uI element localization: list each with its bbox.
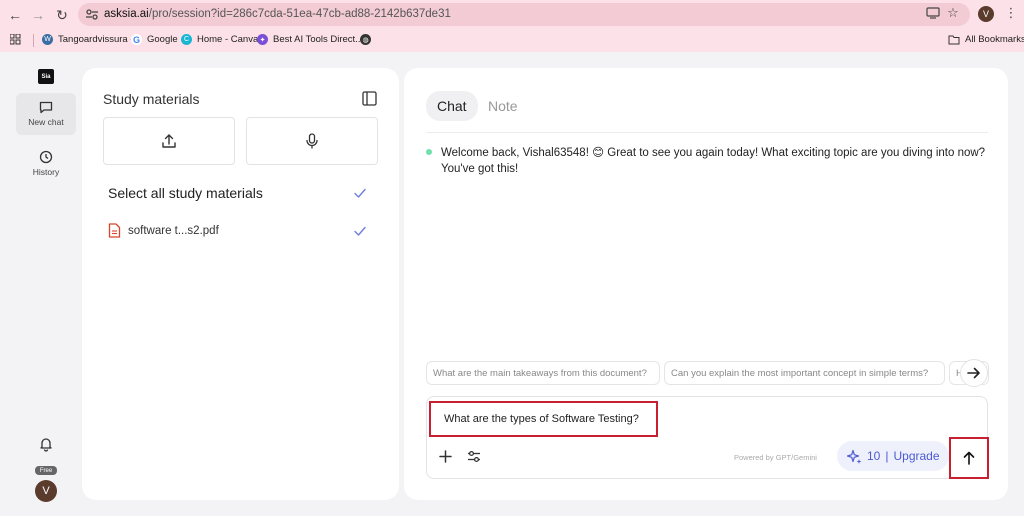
- forward-icon[interactable]: →: [28, 5, 48, 25]
- back-icon[interactable]: ←: [5, 5, 25, 25]
- reload-icon[interactable]: ↻: [52, 5, 72, 25]
- canva-icon: C: [181, 34, 192, 45]
- sliders-icon: [468, 450, 480, 462]
- site-info-icon[interactable]: [85, 8, 99, 21]
- browser-menu-icon[interactable]: ⋮: [1002, 4, 1020, 22]
- browser-profile-avatar[interactable]: V: [978, 6, 994, 22]
- tab-chat[interactable]: Chat: [426, 91, 478, 121]
- chat-panel: Chat Note Welcome back, Vishal63548! 😊 G…: [404, 68, 1008, 500]
- assistant-status-dot: [426, 149, 432, 155]
- suggestion-chip[interactable]: What are the main takeaways from this do…: [426, 361, 660, 385]
- suggestion-list: What are the main takeaways from this do…: [426, 361, 990, 385]
- browser-chrome: ← → ↻ asksia.ai/pro/session?id=286c7cda-…: [0, 0, 1024, 52]
- tab-note[interactable]: Note: [477, 91, 529, 121]
- upload-icon: [162, 134, 176, 148]
- arrow-up-icon: [963, 451, 975, 465]
- settings-button[interactable]: [465, 447, 483, 465]
- file-name: software t...s2.pdf: [128, 224, 219, 237]
- send-button[interactable]: [949, 437, 989, 479]
- google-icon: G: [131, 34, 142, 45]
- sidebar-toggle-icon[interactable]: [362, 91, 377, 106]
- upgrade-label: Upgrade: [893, 449, 940, 463]
- upload-file-button[interactable]: [103, 117, 235, 165]
- study-materials-panel: Study materials Select all study materia…: [82, 68, 399, 500]
- all-bookmarks[interactable]: All Bookmarks: [948, 32, 1024, 47]
- bookmarks-separator: [33, 34, 34, 47]
- microphone-icon: [306, 133, 318, 149]
- history-button[interactable]: History: [16, 142, 76, 184]
- address-bar[interactable]: asksia.ai/pro/session?id=286c7cda-51ea-4…: [78, 3, 970, 26]
- history-clock-icon: [39, 150, 53, 163]
- bookmarks-bar: W Tangoardvissura - G Google C Home - Ca…: [0, 29, 1024, 49]
- bookmark-canva[interactable]: C Home - Canva: [181, 32, 258, 47]
- install-app-icon[interactable]: [924, 4, 942, 22]
- chat-bubble-icon: [39, 101, 53, 114]
- bookmark-globe[interactable]: ◍: [360, 32, 371, 47]
- assistant-message: Welcome back, Vishal63548! 😊 Great to se…: [441, 147, 986, 175]
- file-item[interactable]: software t...s2.pdf: [108, 223, 219, 238]
- notification-bell-icon[interactable]: [38, 436, 54, 452]
- credits-count: 10: [867, 449, 881, 463]
- chat-input[interactable]: [429, 401, 658, 437]
- upgrade-button[interactable]: 10 | Upgrade: [837, 441, 949, 471]
- app-rail: Sia New chat History Free V: [0, 52, 92, 516]
- next-suggestions-button[interactable]: [960, 359, 988, 387]
- pdf-file-icon: [108, 223, 121, 238]
- bookmark-google[interactable]: G Google: [131, 32, 178, 47]
- plan-badge: Free: [35, 466, 57, 475]
- powered-by-label: Powered by GPT/Gemini: [734, 453, 817, 462]
- file-check-icon[interactable]: [353, 224, 367, 238]
- ai-tools-icon: ✦: [257, 34, 268, 45]
- select-all-check-icon[interactable]: [353, 186, 367, 200]
- sparkle-icon: [847, 449, 862, 464]
- new-chat-button[interactable]: New chat: [16, 93, 76, 135]
- plus-icon: [438, 449, 452, 463]
- folder-icon: [948, 35, 960, 44]
- wordpress-icon: W: [42, 34, 53, 45]
- bookmark-star-icon[interactable]: ☆: [944, 4, 962, 22]
- tab-divider: [426, 132, 988, 133]
- chat-composer: Powered by GPT/Gemini 10 | Upgrade: [426, 396, 989, 479]
- arrow-right-icon: [967, 367, 980, 379]
- bookmark-ai-tools[interactable]: ✦ Best AI Tools Direct...: [257, 32, 363, 47]
- select-all-label[interactable]: Select all study materials: [108, 185, 263, 201]
- url-text: asksia.ai/pro/session?id=286c7cda-51ea-4…: [104, 8, 451, 20]
- sia-logo[interactable]: Sia: [38, 69, 54, 84]
- bookmark-tangoardvissura[interactable]: W Tangoardvissura -: [42, 32, 134, 47]
- add-attachment-button[interactable]: [436, 447, 454, 465]
- user-avatar[interactable]: V: [35, 480, 57, 502]
- apps-grid-icon[interactable]: [10, 32, 21, 47]
- suggestion-chip[interactable]: Can you explain the most important conce…: [664, 361, 945, 385]
- globe-icon: ◍: [360, 34, 371, 45]
- credits-separator: |: [885, 449, 889, 463]
- record-audio-button[interactable]: [246, 117, 378, 165]
- study-materials-title: Study materials: [103, 91, 200, 107]
